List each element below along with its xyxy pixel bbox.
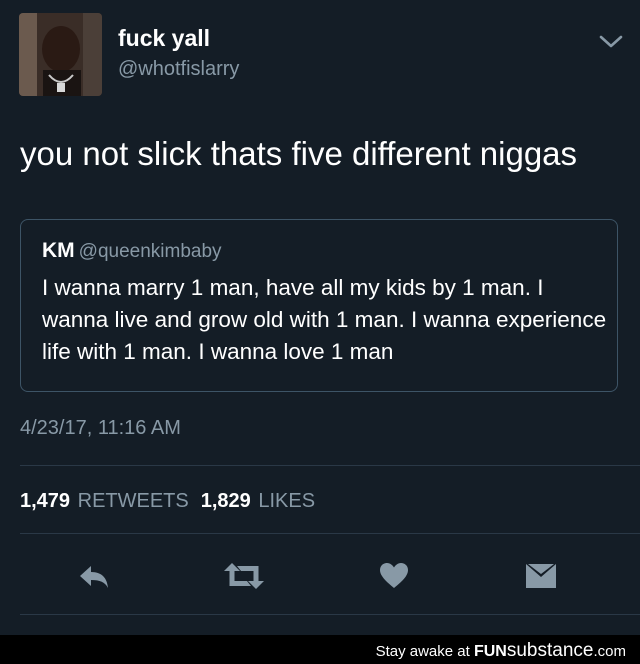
like-button[interactable] — [379, 560, 409, 592]
avatar-photo — [19, 13, 102, 96]
quoted-tweet-text: I wanna marry 1 man, have all my kids by… — [42, 275, 607, 364]
chevron-down-icon[interactable] — [598, 32, 624, 52]
retweets-label: RETWEETS — [77, 490, 189, 512]
retweets-stat[interactable]: 1,479 RETWEETS — [20, 490, 189, 512]
envelope-icon — [526, 564, 556, 588]
watermark-footer: Stay awake at FUNsubstance.com — [0, 635, 640, 664]
likes-stat[interactable]: 1,829 LIKES — [201, 490, 315, 512]
retweet-icon — [224, 563, 264, 589]
watermark-text: Stay awake at FUNsubstance.com — [376, 640, 626, 662]
watermark-brand-suffix: .com — [593, 643, 626, 660]
author-name[interactable]: fuck yall — [118, 25, 210, 52]
direct-message-button[interactable] — [525, 560, 557, 592]
divider — [20, 614, 640, 615]
watermark-prefix: Stay awake at — [375, 643, 470, 660]
heart-icon — [380, 563, 408, 588]
divider — [20, 533, 640, 534]
watermark-brand-rest: substance — [506, 640, 594, 661]
divider — [20, 465, 640, 466]
watermark-brand-bold: FUN — [473, 643, 507, 660]
tweet-timestamp[interactable]: 4/23/17, 11:16 AM — [20, 417, 181, 440]
reply-icon — [80, 566, 108, 588]
quoted-tweet[interactable]: KM @queenkimbaby I wanna marry 1 man, hav… — [20, 219, 618, 392]
avatar[interactable] — [19, 13, 102, 96]
quoted-author-handle: @queenkimbaby — [78, 241, 222, 262]
author-handle[interactable]: @whotfislarry — [118, 58, 239, 81]
reply-button[interactable] — [76, 560, 112, 592]
retweets-count: 1,479 — [20, 490, 71, 512]
retweet-button[interactable] — [222, 560, 266, 592]
engagement-stats: 1,479 RETWEETS 1,829 LIKES — [20, 490, 315, 513]
tweet-text: you not slick thats five different nigga… — [20, 135, 578, 172]
likes-count: 1,829 — [200, 490, 251, 512]
likes-label: LIKES — [258, 490, 316, 512]
quoted-tweet-header: KM @queenkimbaby — [42, 239, 222, 263]
quoted-author-name: KM — [42, 239, 75, 262]
